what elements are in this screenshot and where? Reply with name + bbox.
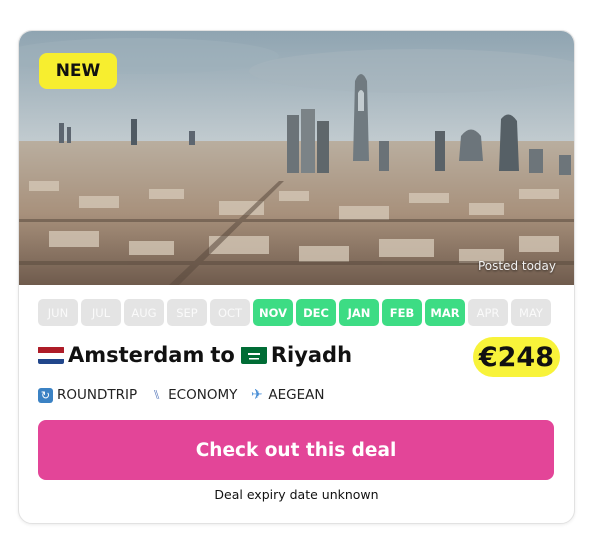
- posted-time: Posted today: [477, 259, 556, 273]
- route-title: Amsterdam to Riyadh: [38, 343, 352, 367]
- netherlands-flag-icon: [38, 346, 64, 364]
- month-dec: DEC: [296, 299, 336, 326]
- deal-details: ↻ ROUNDTRIP ⑊ ECONOMY ✈ AEGEAN: [38, 387, 324, 403]
- saudi-arabia-flag-icon: [240, 346, 267, 364]
- month-sep: SEP: [167, 299, 207, 326]
- expiry-note: Deal expiry date unknown: [214, 487, 379, 502]
- month-may: MAY: [511, 299, 551, 326]
- airline-label: AEGEAN: [268, 387, 325, 403]
- month-nov: NOV: [253, 299, 293, 326]
- price-tag: €248: [472, 337, 560, 377]
- cabin-class-label: ECONOMY: [168, 387, 238, 403]
- destination-city: Riyadh: [270, 343, 353, 367]
- month-oct: OCT: [210, 299, 250, 326]
- airplane-icon: ✈: [250, 386, 263, 403]
- airline: ✈ AEGEAN: [249, 387, 324, 403]
- route-connector: to: [210, 343, 235, 367]
- month-apr: APR: [468, 299, 508, 326]
- trip-type: ↻ ROUNDTRIP: [38, 387, 137, 403]
- seat-icon: ⑊: [152, 387, 161, 403]
- new-badge: NEW: [39, 53, 117, 89]
- month-feb: FEB: [382, 299, 422, 326]
- month-jun: JUN: [38, 299, 78, 326]
- month-jan: JAN: [339, 299, 379, 326]
- travel-months: JUN JUL AUG SEP OCT NOV DEC JAN FEB MAR …: [38, 299, 551, 326]
- city-skyline-image: NEW Posted today: [19, 31, 574, 285]
- check-out-deal-button[interactable]: Check out this deal: [38, 420, 554, 480]
- deal-card[interactable]: NEW Posted today JUN JUL AUG SEP OCT NOV…: [18, 30, 575, 524]
- month-jul: JUL: [81, 299, 121, 326]
- cabin-class: ⑊ ECONOMY: [149, 387, 238, 403]
- repeat-icon: ↻: [38, 387, 53, 403]
- month-aug: AUG: [124, 299, 164, 326]
- month-mar: MAR: [425, 299, 465, 326]
- trip-type-label: ROUNDTRIP: [57, 387, 138, 403]
- origin-city: Amsterdam: [68, 343, 205, 367]
